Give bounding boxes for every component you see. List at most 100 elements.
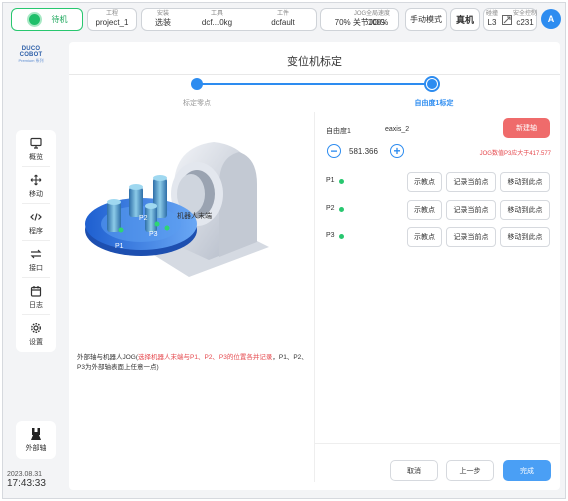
calibration-panel: 变位机标定 标定零点 自由度1标定 P2 P3 P1 机器人末端 外部轴与机器人… (69, 42, 560, 490)
caption-highlight: 选择机器人末端与P1、P2、P3的位置各并记录 (138, 354, 273, 361)
move-to-point-button[interactable]: 移动到此点 (500, 200, 550, 220)
point-status-dot (339, 179, 344, 184)
user-avatar[interactable]: A (541, 9, 561, 29)
minus-icon: − (330, 144, 338, 158)
manual-mode-button[interactable]: 手动模式 (405, 8, 447, 31)
sidebar-item-program[interactable]: 程序 (16, 204, 56, 241)
decrement-button[interactable]: − (327, 144, 341, 158)
workpiece-value: dcfault (271, 18, 295, 27)
teach-point-button[interactable]: 示教点 (407, 227, 442, 247)
move-to-point-button[interactable]: 移动到此点 (500, 172, 550, 192)
point-p2-label: P2 (139, 215, 148, 222)
workpiece-selector[interactable]: 工件 dcfault (250, 9, 316, 30)
step-2-inner-dot (427, 79, 437, 89)
install-label: 安装 (156, 11, 169, 17)
point-row-p2: P2 示教点 记录当前点 移动到此点 (326, 200, 556, 220)
divider (314, 112, 315, 482)
point-label: P2 (326, 205, 335, 212)
project-value: project_1 (95, 18, 129, 27)
global-speed-value: 100% (367, 18, 389, 27)
step-progress-line (197, 83, 433, 85)
step-2-label: 自由度1标定 (414, 100, 454, 107)
sidebar-item-settings[interactable]: 设置 (16, 315, 56, 352)
status-label: 待机 (51, 15, 68, 24)
sidebar-item-interface[interactable]: 接口 (16, 241, 56, 278)
step-2-marker[interactable] (424, 76, 440, 92)
sidebar-item-label: 设置 (29, 338, 43, 346)
code-icon (29, 210, 43, 224)
workpiece-label: 工件 (276, 11, 289, 17)
caption-prefix: 外部轴与机器人JOG( (77, 354, 139, 361)
project-selector[interactable]: 工程 project_1 (87, 8, 137, 31)
time-text: 17:43:33 (7, 478, 46, 489)
plus-icon: + (393, 144, 401, 158)
sidebar-item-move[interactable]: 移动 (16, 167, 56, 204)
robot-status-indicator[interactable]: 待机 (11, 8, 83, 31)
record-current-point-button[interactable]: 记录当前点 (446, 172, 496, 192)
sidebar-item-label: 概览 (29, 153, 43, 161)
move-to-point-button[interactable]: 移动到此点 (500, 227, 550, 247)
top-bar: 待机 工程 project_1 安装 选装 工具 dcf...0kg 工件 dc… (3, 3, 565, 37)
tool-selector[interactable]: 工具 dcf...0kg (186, 9, 248, 30)
jog-warning: JOG数值P3应大于417.577 (479, 151, 551, 157)
point-label: P3 (326, 232, 335, 239)
sidebar-item-label: 程序 (29, 227, 43, 235)
cancel-button[interactable]: 取消 (390, 460, 438, 481)
safety-value: c231 (516, 18, 534, 27)
move-arrows-icon (29, 173, 43, 187)
install-selector[interactable]: 安装 选装 (142, 9, 184, 30)
safety-group: 碰撞 L3 安全控制 c231 (483, 8, 537, 31)
finish-button[interactable]: 完成 (503, 460, 551, 481)
divider (314, 443, 560, 444)
teach-point-button[interactable]: 示教点 (407, 172, 442, 192)
external-axis-button[interactable]: 外部轴 (16, 421, 56, 459)
jog-percent: 70% (334, 18, 351, 27)
project-label: 工程 (105, 11, 118, 17)
global-speed-control[interactable]: 全局速度 100% (355, 8, 401, 31)
config-group: 安装 选装 工具 dcf...0kg 工件 dcfault (141, 8, 317, 31)
point-p3-label: P3 (149, 231, 158, 238)
previous-step-button[interactable]: 上一步 (446, 460, 494, 481)
sidebar-item-label: 接口 (29, 264, 43, 272)
instruction-caption: 外部轴与机器人JOG(选择机器人末端与P1、P2、P3的位置各并记录，P1、P2… (77, 353, 309, 373)
datetime-display: 2023.08.31 17:43:33 (7, 471, 67, 489)
axis-name: 自由度1 (326, 128, 351, 135)
sidebar-item-label: 日志 (29, 301, 43, 309)
sidebar-nav: 概览 移动 程序 接口 日志 设置 (16, 130, 56, 352)
app-window: 待机 工程 project_1 安装 选装 工具 dcf...0kg 工件 dc… (2, 2, 566, 499)
teach-point-button[interactable]: 示教点 (407, 200, 442, 220)
monitor-icon (29, 136, 43, 150)
new-axis-button[interactable]: 新建轴 (503, 118, 550, 138)
brand-series: Premium 系列 (18, 58, 44, 63)
increment-button[interactable]: + (390, 144, 404, 158)
axis-value: 581.366 (349, 147, 378, 156)
collision-label: 碰撞 (485, 11, 498, 17)
external-axis-icon (30, 427, 42, 443)
swap-arrows-icon (29, 247, 43, 261)
point-row-p3: P3 示教点 记录当前点 移动到此点 (326, 227, 556, 247)
external-axis-label: 外部轴 (25, 445, 47, 452)
tool-label: 工具 (210, 11, 223, 17)
point-label: P1 (326, 177, 335, 184)
record-current-point-button[interactable]: 记录当前点 (446, 200, 496, 220)
step-1-label: 标定零点 (183, 100, 211, 107)
step-1-marker[interactable] (191, 78, 203, 90)
brand-name: DUCO COBOT (19, 46, 43, 58)
safety-label: 安全控制 (513, 11, 538, 17)
expand-icon[interactable] (501, 9, 513, 30)
robot-end-label: 机器人末端 (177, 211, 212, 220)
sidebar-item-log[interactable]: 日志 (16, 278, 56, 315)
safety-control[interactable]: 安全控制 c231 (513, 9, 537, 30)
gear-icon (29, 321, 43, 335)
tool-value: dcf...0kg (201, 18, 233, 27)
sidebar-item-overview[interactable]: 概览 (16, 130, 56, 167)
page-title: 变位机标定 (287, 56, 342, 68)
point-row-p1: P1 示教点 记录当前点 移动到此点 (326, 172, 556, 192)
collision-level[interactable]: 碰撞 L3 (484, 9, 500, 30)
real-machine-button[interactable]: 真机 (450, 8, 480, 31)
collision-value: L3 (487, 18, 497, 27)
sidebar-item-label: 移动 (29, 190, 43, 198)
status-dot-icon (26, 12, 42, 27)
record-current-point-button[interactable]: 记录当前点 (446, 227, 496, 247)
date-text: 2023.08.31 (7, 471, 43, 478)
